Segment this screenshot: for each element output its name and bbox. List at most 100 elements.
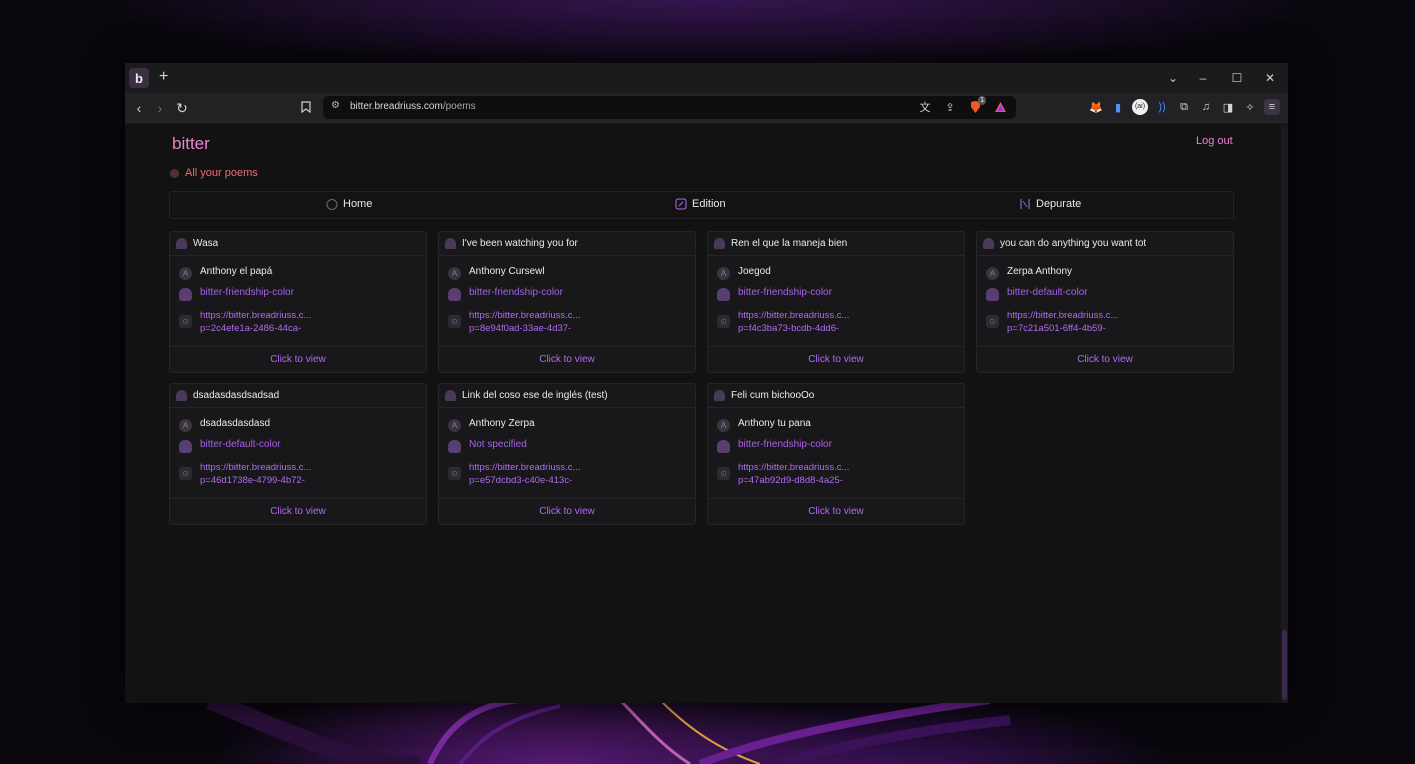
poem-link-line1: https://bitter.breadriuss.c... [469, 310, 581, 321]
person-icon [717, 288, 730, 301]
forward-icon[interactable]: › [151, 99, 169, 117]
brave-rewards-icon[interactable] [992, 99, 1008, 115]
click-to-view-button[interactable]: Click to view [808, 506, 864, 517]
brave-shields-icon[interactable]: 1 [967, 96, 986, 115]
depurate-icon [1020, 199, 1030, 209]
poem-author: Anthony tu pana [738, 418, 811, 429]
extensions-puzzle-icon[interactable]: ⧉ [1176, 99, 1192, 115]
poem-link-line2: p=f4c3ba73-bcdb-4dd6- [738, 323, 840, 334]
menu-icon[interactable]: ≡ [1264, 99, 1280, 115]
click-to-view-button[interactable]: Click to view [808, 354, 864, 365]
poem-color: bitter-default-color [200, 439, 281, 450]
click-to-view-button[interactable]: Click to view [1077, 354, 1133, 365]
card-footer: Click to view [170, 498, 426, 524]
site-settings-icon[interactable]: ⚙ [331, 100, 340, 111]
poem-card: Wasa A Anthony el papá bitter-friendship-… [169, 231, 427, 373]
author-row: A Anthony Zerpa [448, 418, 535, 432]
poem-link[interactable]: https://bitter.breadriuss.c... p=8e94f0ad… [469, 309, 629, 335]
poem-color: bitter-friendship-color [469, 287, 563, 298]
tab-favicon[interactable]: b [129, 68, 149, 88]
poem-color: bitter-friendship-color [738, 287, 832, 298]
ghost-icon [445, 390, 456, 401]
ghost-icon [176, 390, 187, 401]
sidebar-toggle-icon[interactable]: ◨ [1220, 99, 1236, 115]
minimize-icon[interactable]: – [1195, 70, 1211, 86]
author-avatar-icon: A [448, 419, 461, 432]
poem-link[interactable]: https://bitter.breadriuss.c... p=46d1738e… [200, 461, 360, 487]
link-icon: ⊙ [717, 467, 730, 480]
link-row: ⊙ https://bitter.breadriuss.c... p=47ab92d… [717, 461, 898, 487]
author-row: A Zerpa Anthony [986, 266, 1072, 280]
edit-icon [675, 198, 687, 210]
poem-title: dsadasdasdsadsad [193, 390, 280, 401]
poem-link[interactable]: https://bitter.breadriuss.c... p=47ab92d9… [738, 461, 898, 487]
bookmark-icon[interactable] [297, 99, 315, 117]
link-icon: ⊙ [448, 467, 461, 480]
person-icon [986, 288, 999, 301]
maximize-icon[interactable]: ☐ [1229, 70, 1245, 86]
poem-link[interactable]: https://bitter.breadriuss.c... p=2c4efe1a… [200, 309, 360, 335]
url-host: bitter.breadriuss.com [350, 101, 443, 112]
link-row: ⊙ https://bitter.breadriuss.c... p=8e94f0a… [448, 309, 629, 335]
brand-logo[interactable]: bitter [172, 134, 210, 154]
metamask-icon[interactable]: 🦊 [1088, 99, 1104, 115]
color-row: bitter-friendship-color [179, 287, 294, 301]
translate-icon[interactable]: 文 [917, 99, 933, 115]
address-bar[interactable]: ⚙ bitter.breadriuss.com/poems 文 ⇪ 1 [323, 96, 1016, 119]
poem-link-line1: https://bitter.breadriuss.c... [738, 310, 850, 321]
breadcrumb: All your poems [170, 167, 258, 179]
card-footer: Click to view [708, 346, 964, 372]
poem-link[interactable]: https://bitter.breadriuss.c... p=7c21a501… [1007, 309, 1167, 335]
close-window-icon[interactable]: ✕ [1262, 70, 1278, 86]
new-tab-button[interactable]: + [159, 67, 168, 87]
media-icon[interactable]: ♫ [1198, 99, 1214, 115]
card-footer: Click to view [977, 346, 1233, 372]
click-to-view-button[interactable]: Click to view [270, 354, 326, 365]
ghost-icon [176, 238, 187, 249]
back-icon[interactable]: ‹ [130, 99, 148, 117]
nav-home[interactable]: Home [326, 198, 372, 210]
poem-color: bitter-friendship-color [200, 287, 294, 298]
poem-link-line2: p=e57dcbd3-c40e-413c- [469, 475, 573, 486]
click-to-view-button[interactable]: Click to view [539, 506, 595, 517]
wifi-extension-icon[interactable]: )) [1154, 99, 1170, 115]
author-row: A Anthony Cursewl [448, 266, 545, 280]
click-to-view-button[interactable]: Click to view [539, 354, 595, 365]
link-icon: ⊙ [448, 315, 461, 328]
share-icon[interactable]: ⇪ [942, 99, 958, 115]
person-icon [179, 288, 192, 301]
url-text[interactable]: bitter.breadriuss.com/poems [350, 101, 476, 112]
poem-author: Anthony el papá [200, 266, 273, 277]
color-row: Not specified [448, 439, 527, 453]
poem-link-line1: https://bitter.breadriuss.c... [738, 462, 850, 473]
nav-depurate[interactable]: Depurate [1019, 198, 1081, 210]
poem-color: Not specified [469, 439, 527, 450]
poem-author: Zerpa Anthony [1007, 266, 1073, 277]
card-footer: Click to view [439, 498, 695, 524]
tab-search-chevron-icon[interactable]: ⌄ [1165, 70, 1181, 86]
page-scrollbar[interactable] [1281, 124, 1288, 703]
logout-link[interactable]: Log out [1196, 135, 1233, 147]
page-content: bitter Log out All your poems Home Editi… [125, 124, 1288, 703]
poem-link[interactable]: https://bitter.breadriuss.c... p=e57dcbd3… [469, 461, 629, 487]
extension-circle-icon[interactable]: (ai) [1132, 99, 1148, 115]
link-row: ⊙ https://bitter.breadriuss.c... p=7c21a50… [986, 309, 1167, 335]
click-to-view-button[interactable]: Click to view [270, 506, 326, 517]
leo-ai-icon[interactable]: ✧ [1242, 99, 1258, 115]
nav-edition[interactable]: Edition [675, 198, 726, 210]
link-row: ⊙ https://bitter.breadriuss.c... p=46d1738… [179, 461, 360, 487]
poem-title: you can do anything you want tot [1000, 238, 1147, 249]
card-header: you can do anything you want tot [977, 232, 1233, 256]
link-icon: ⊙ [986, 315, 999, 328]
card-footer: Click to view [439, 346, 695, 372]
home-icon [326, 199, 338, 210]
color-row: bitter-friendship-color [717, 439, 832, 453]
breadcrumb-dot-icon [170, 168, 179, 178]
poem-card: Ren el que la maneja bien A Joegod bitter… [707, 231, 965, 373]
scrollbar-thumb[interactable] [1282, 630, 1287, 700]
link-icon: ⊙ [179, 467, 192, 480]
bitwarden-icon[interactable]: ▮ [1110, 99, 1126, 115]
reload-icon[interactable]: ↻ [173, 99, 191, 117]
color-row: bitter-friendship-color [448, 287, 563, 301]
poem-link[interactable]: https://bitter.breadriuss.c... p=f4c3ba73… [738, 309, 898, 335]
